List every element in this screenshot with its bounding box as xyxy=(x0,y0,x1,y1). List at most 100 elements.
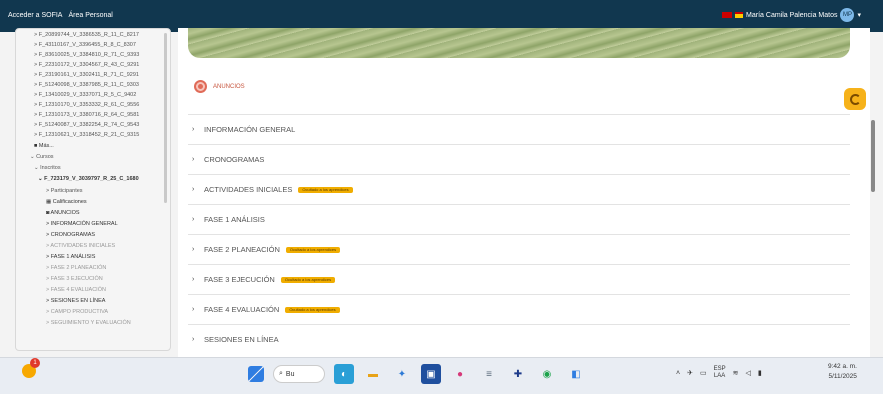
sidebar-item-courses[interactable]: ⌄ Cursos xyxy=(30,154,54,160)
sidebar-item[interactable]: > F_12310173_V_3380716_R_64_C_9581 xyxy=(34,112,139,118)
nav-link-sofia[interactable]: Acceder a SOFIA xyxy=(8,12,62,19)
system-tray: ˄ ✈ ▭ ESP LAA ≋ ◁ ▮ xyxy=(676,366,762,380)
chevron-right-icon: › xyxy=(192,216,195,223)
sidebar-item[interactable]: > F_22310172_V_3304567_R_43_C_9291 xyxy=(34,62,139,68)
windows-start-icon[interactable] xyxy=(248,366,264,382)
wifi-icon[interactable]: ≋ xyxy=(733,369,739,377)
section-general-info[interactable]: › INFORMACIÓN GENERAL xyxy=(188,114,850,144)
language-indicator[interactable]: ESP LAA xyxy=(714,366,726,380)
page-scrollbar[interactable] xyxy=(871,120,875,192)
section-phase-1[interactable]: › FASE 1 ANÁLISIS xyxy=(188,204,850,234)
chevron-right-icon: › xyxy=(192,276,195,283)
course-banner-image xyxy=(188,28,850,58)
photos-icon[interactable]: ✦ xyxy=(392,364,412,384)
section-title: FASE 1 ANÁLISIS xyxy=(204,215,265,224)
chrome-icon[interactable]: ◉ xyxy=(537,364,557,384)
sidebar-item-participants[interactable]: > Participantes xyxy=(46,188,83,194)
sidebar-item[interactable]: > F_23190161_V_3302411_R_71_C_9291 xyxy=(34,72,139,78)
chevron-right-icon: › xyxy=(192,156,195,163)
windows-taskbar: 1 ⌕ Bu ◐ ▬ ✦ ▣ ● ≡ ✚ ◉ ◧ ˄ ✈ ▭ ESP LAA ≋ … xyxy=(0,357,883,394)
chevron-right-icon: › xyxy=(192,186,195,193)
sidebar-item-grades[interactable]: ▦ Calificaciones xyxy=(46,199,87,205)
sidebar-scrollbar[interactable] xyxy=(164,33,167,203)
chevron-up-icon[interactable]: ˄ xyxy=(676,370,680,377)
sidebar-item-announcements[interactable]: ◙ ANUNCIOS xyxy=(46,210,80,216)
section-title: ACTIVIDADES INICIALES xyxy=(204,185,293,194)
outlook-icon[interactable]: ◧ xyxy=(566,364,586,384)
sidebar-item[interactable]: > F_12310170_V_3353332_R_61_C_9556 xyxy=(34,102,139,108)
sidebar-item-tracking[interactable]: > SEGUIMIENTO Y EVALUACIÓN xyxy=(46,320,131,326)
section-list: › INFORMACIÓN GENERAL › CRONOGRAMAS › AC… xyxy=(188,114,850,354)
sidebar-item-schedules[interactable]: > CRONOGRAMAS xyxy=(46,232,95,238)
sidebar-item-phase-2[interactable]: > FASE 2 PLANEACIÓN xyxy=(46,265,106,271)
sidebar-item-enrolled-label: Inscritos xyxy=(40,165,61,171)
hidden-badge: Ocultado a los aprendices xyxy=(285,246,341,253)
sidebar-item-current-course[interactable]: ⌄ F_723179_V_3039797_R_25_C_1680 xyxy=(38,176,139,182)
hidden-badge: Ocultado a los aprendices xyxy=(280,276,336,283)
section-phase-2[interactable]: › FASE 2 PLANEACIÓN Ocultado a los apren… xyxy=(188,234,850,264)
nav-link-personal-area[interactable]: Área Personal xyxy=(68,12,112,19)
announcements-label: ANUNCIOS xyxy=(213,83,245,90)
display-icon[interactable]: ▭ xyxy=(700,369,707,377)
sidebar-item[interactable]: > F_51240098_V_3387985_R_11_C_9303 xyxy=(34,82,139,88)
hidden-badge: Ocultado a los aprendices xyxy=(285,306,340,313)
teams-icon[interactable]: ● xyxy=(450,364,470,384)
sidebar-item-more[interactable]: ■ Más... xyxy=(34,143,54,149)
sidebar-item-more-label: Más... xyxy=(38,143,54,149)
flag-icon xyxy=(722,12,733,18)
chevron-down-icon[interactable]: ▾ xyxy=(857,11,861,19)
sidebar-item[interactable]: > F_51240087_V_3382254_R_74_C_9543 xyxy=(34,122,139,128)
grid-icon: ▦ xyxy=(46,199,53,205)
avatar[interactable]: MP xyxy=(840,8,855,22)
course-index-sidebar: > F_20899744_V_3386535_R_11_C_8217 > F_4… xyxy=(15,28,171,351)
sidebar-item-phase-4[interactable]: > FASE 4 EVALUACIÓN xyxy=(46,287,106,293)
section-title: FASE 3 EJECUCIÓN xyxy=(204,275,275,284)
drawer-toggle-icon xyxy=(849,93,861,105)
dropbox-icon[interactable]: ✚ xyxy=(508,364,528,384)
announcements-link[interactable]: ANUNCIOS xyxy=(194,80,245,93)
section-online-sessions[interactable]: › SESIONES EN LÍNEA xyxy=(188,324,850,354)
course-content: ANUNCIOS › INFORMACIÓN GENERAL › CRONOGR… xyxy=(178,28,870,358)
app-icon[interactable]: ≡ xyxy=(479,364,499,384)
section-title: CRONOGRAMAS xyxy=(204,155,265,164)
clock-time: 9:42 a. m. xyxy=(828,363,857,370)
sidebar-item-current-course-label: F_723179_V_3039797_R_25_C_1680 xyxy=(44,176,139,182)
chevron-right-icon: › xyxy=(192,306,195,313)
chevron-right-icon: › xyxy=(192,126,195,133)
clock[interactable]: 9:42 a. m. 5/11/2025 xyxy=(828,362,857,382)
battery-icon[interactable]: ▮ xyxy=(758,369,762,377)
sidebar-item[interactable]: > F_13410029_V_3337071_R_5_C_9402 xyxy=(34,92,136,98)
sidebar-item-phase-1[interactable]: > FASE 1 ANÁLISIS xyxy=(46,254,95,260)
file-explorer-icon[interactable]: ▬ xyxy=(363,364,383,384)
notification-badge: 1 xyxy=(30,358,40,368)
sidebar-item[interactable]: > F_83610025_V_3384810_R_71_C_9393 xyxy=(34,52,139,58)
sidebar-item-announcements-label: ANUNCIOS xyxy=(50,210,80,216)
section-title: FASE 4 EVALUACIÓN xyxy=(204,305,280,314)
sidebar-item-enrolled[interactable]: ⌄ Inscritos xyxy=(34,165,61,171)
section-title: SESIONES EN LÍNEA xyxy=(204,335,279,344)
clock-date: 5/11/2025 xyxy=(828,373,857,380)
chevron-right-icon: › xyxy=(192,336,195,343)
sidebar-item-online-sessions[interactable]: > SESIONES EN LÍNEA xyxy=(46,298,105,304)
section-schedules[interactable]: › CRONOGRAMAS xyxy=(188,144,850,174)
store-icon[interactable]: ▣ xyxy=(421,364,441,384)
sidebar-item[interactable]: > F_20899744_V_3386535_R_11_C_8217 xyxy=(34,32,139,38)
side-drawer-button[interactable] xyxy=(844,88,866,110)
section-initial-activities[interactable]: › ACTIVIDADES INICIALES Ocultado a los a… xyxy=(188,174,850,204)
forum-icon xyxy=(194,80,207,93)
sidebar-item-grades-label: Calificaciones xyxy=(52,199,87,205)
taskbar-search[interactable]: ⌕ Bu xyxy=(273,365,325,383)
sidebar-item-initial-activities[interactable]: > ACTIVIDADES INICIALES xyxy=(46,243,115,249)
section-phase-3[interactable]: › FASE 3 EJECUCIÓN Ocultado a los aprend… xyxy=(188,264,850,294)
copilot-icon[interactable]: ◐ xyxy=(334,364,354,384)
sidebar-item[interactable]: > F_12310621_V_3318452_R_21_C_9315 xyxy=(34,132,139,138)
section-phase-4[interactable]: › FASE 4 EVALUACIÓN Ocultado a los apren… xyxy=(188,294,850,324)
sidebar-item-phase-3[interactable]: > FASE 3 EJECUCIÓN xyxy=(46,276,103,282)
network-icon[interactable]: ✈ xyxy=(687,369,693,377)
sidebar-item[interactable]: > F_43110167_V_3396455_R_8_C_8307 xyxy=(34,42,136,48)
volume-icon[interactable]: ◁ xyxy=(745,369,750,377)
user-name[interactable]: María Camila Palencia Matos xyxy=(746,12,837,19)
sidebar-item-productive-stage[interactable]: > CAMPO PRODUCTIVA xyxy=(46,309,108,315)
language-code: ESP xyxy=(713,366,726,372)
sidebar-item-general-info[interactable]: > INFORMACIÓN GENERAL xyxy=(46,221,118,227)
